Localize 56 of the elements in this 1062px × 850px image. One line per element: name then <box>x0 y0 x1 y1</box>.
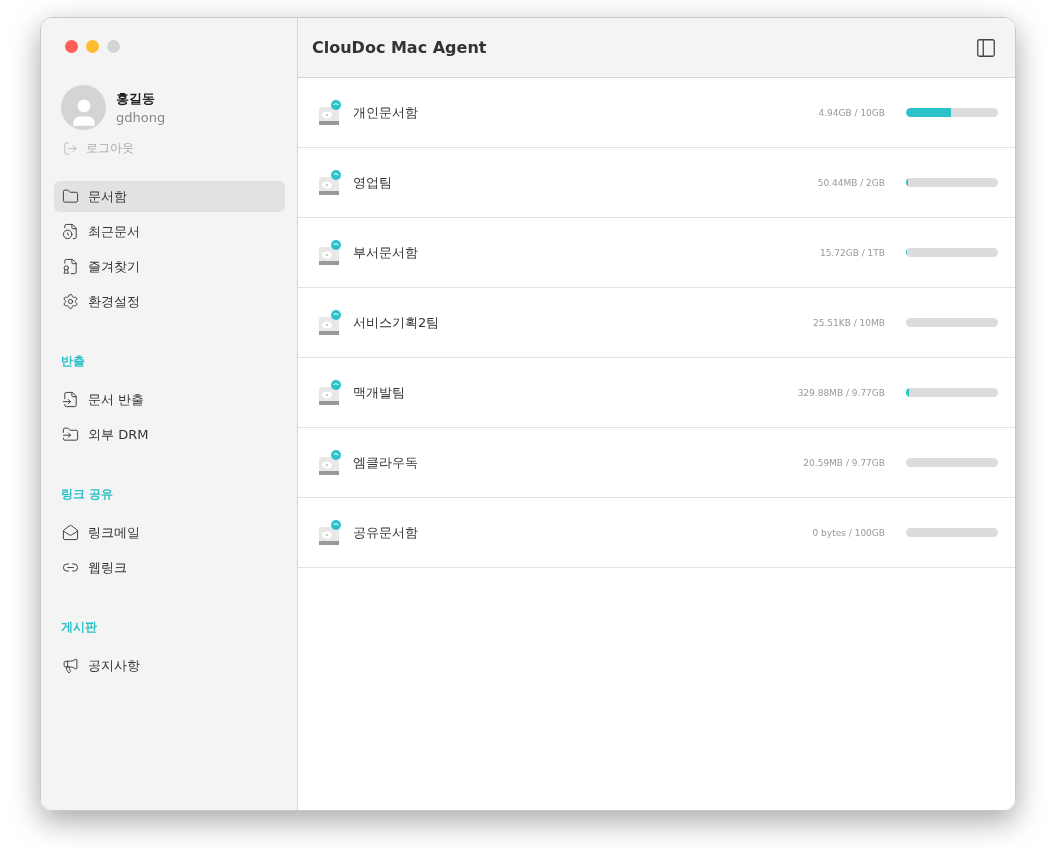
user-name: 홍길동 <box>116 90 156 108</box>
drive-row[interactable]: 엠클라우독 20.59MB / 9.77GB <box>298 428 1015 498</box>
drive-name: 영업팀 <box>353 173 393 192</box>
drive-name: 공유문서함 <box>353 523 419 542</box>
document-arrow-icon <box>62 391 79 408</box>
folder-arrow-icon <box>62 426 79 443</box>
sidebar-item[interactable]: 웹링크 <box>54 552 285 583</box>
drive-row[interactable]: 개인문서함 4.94GB / 10GB <box>298 78 1015 148</box>
minimize-button[interactable] <box>86 40 99 53</box>
close-button[interactable] <box>65 40 78 53</box>
usage-text: 329.88MB / 9.77GB <box>797 387 885 398</box>
drive-sync-icon <box>318 239 342 266</box>
drive-row[interactable]: 공유문서함 0 bytes / 100GB <box>298 498 1015 568</box>
document-clock-icon <box>62 223 79 240</box>
usage-text: 50.44MB / 2GB <box>817 177 885 188</box>
settings-icon <box>62 293 79 310</box>
sidebar-item[interactable]: 문서 반출 <box>54 384 285 415</box>
drive-sync-icon <box>318 99 342 126</box>
section-title: 반출 <box>60 353 86 370</box>
drive-name: 맥개발팀 <box>353 383 406 402</box>
drive-name: 서비스기획2팀 <box>353 313 441 332</box>
document-badge-icon <box>62 258 79 275</box>
megaphone-icon <box>62 657 79 674</box>
sidebar-toggle-button[interactable] <box>975 36 997 59</box>
drive-sync-icon <box>318 519 342 546</box>
drive-name: 개인문서함 <box>353 103 419 122</box>
usage-text: 25.51KB / 10MB <box>813 317 885 328</box>
usage-text: 20.59MB / 9.77GB <box>803 457 885 468</box>
section-title: 링크 공유 <box>60 486 115 503</box>
user-id: gdhong <box>116 110 166 125</box>
usage-text: 4.94GB / 10GB <box>818 107 885 118</box>
sidebar-item[interactable]: 링크메일 <box>54 517 285 548</box>
section-title: 게시판 <box>60 619 98 636</box>
drive-row[interactable]: 서비스기획2팀 25.51KB / 10MB <box>298 288 1015 358</box>
drive-row[interactable]: 부서문서함 15.72GB / 1TB <box>298 218 1015 288</box>
logout-icon <box>63 141 78 156</box>
drive-sync-icon <box>318 169 342 196</box>
sidebar-item[interactable]: 환경설정 <box>54 286 285 317</box>
avatar <box>61 85 106 130</box>
usage-text: 0 bytes / 100GB <box>812 527 885 538</box>
drive-row[interactable]: 맥개발팀 329.88MB / 9.77GB <box>298 358 1015 428</box>
drive-sync-icon <box>318 449 342 476</box>
sidebar-item[interactable]: 외부 DRM <box>54 419 285 450</box>
folder-icon <box>62 188 79 205</box>
sidebar-item[interactable]: 최근문서 <box>54 216 285 247</box>
window-title: ClouDoc Mac Agent <box>312 38 487 57</box>
drive-name: 부서문서함 <box>353 243 419 262</box>
sidebar-item[interactable]: 공지사항 <box>54 650 285 681</box>
sidebar-item[interactable]: 문서함 <box>54 181 285 212</box>
sidebar-item[interactable]: 즐겨찾기 <box>54 251 285 282</box>
usage-text: 15.72GB / 1TB <box>819 247 885 258</box>
drive-name: 엠클라우독 <box>353 453 419 472</box>
mail-icon <box>62 524 79 541</box>
drive-sync-icon <box>318 309 342 336</box>
drive-row[interactable]: 영업팀 50.44MB / 2GB <box>298 148 1015 218</box>
drive-sync-icon <box>318 379 342 406</box>
